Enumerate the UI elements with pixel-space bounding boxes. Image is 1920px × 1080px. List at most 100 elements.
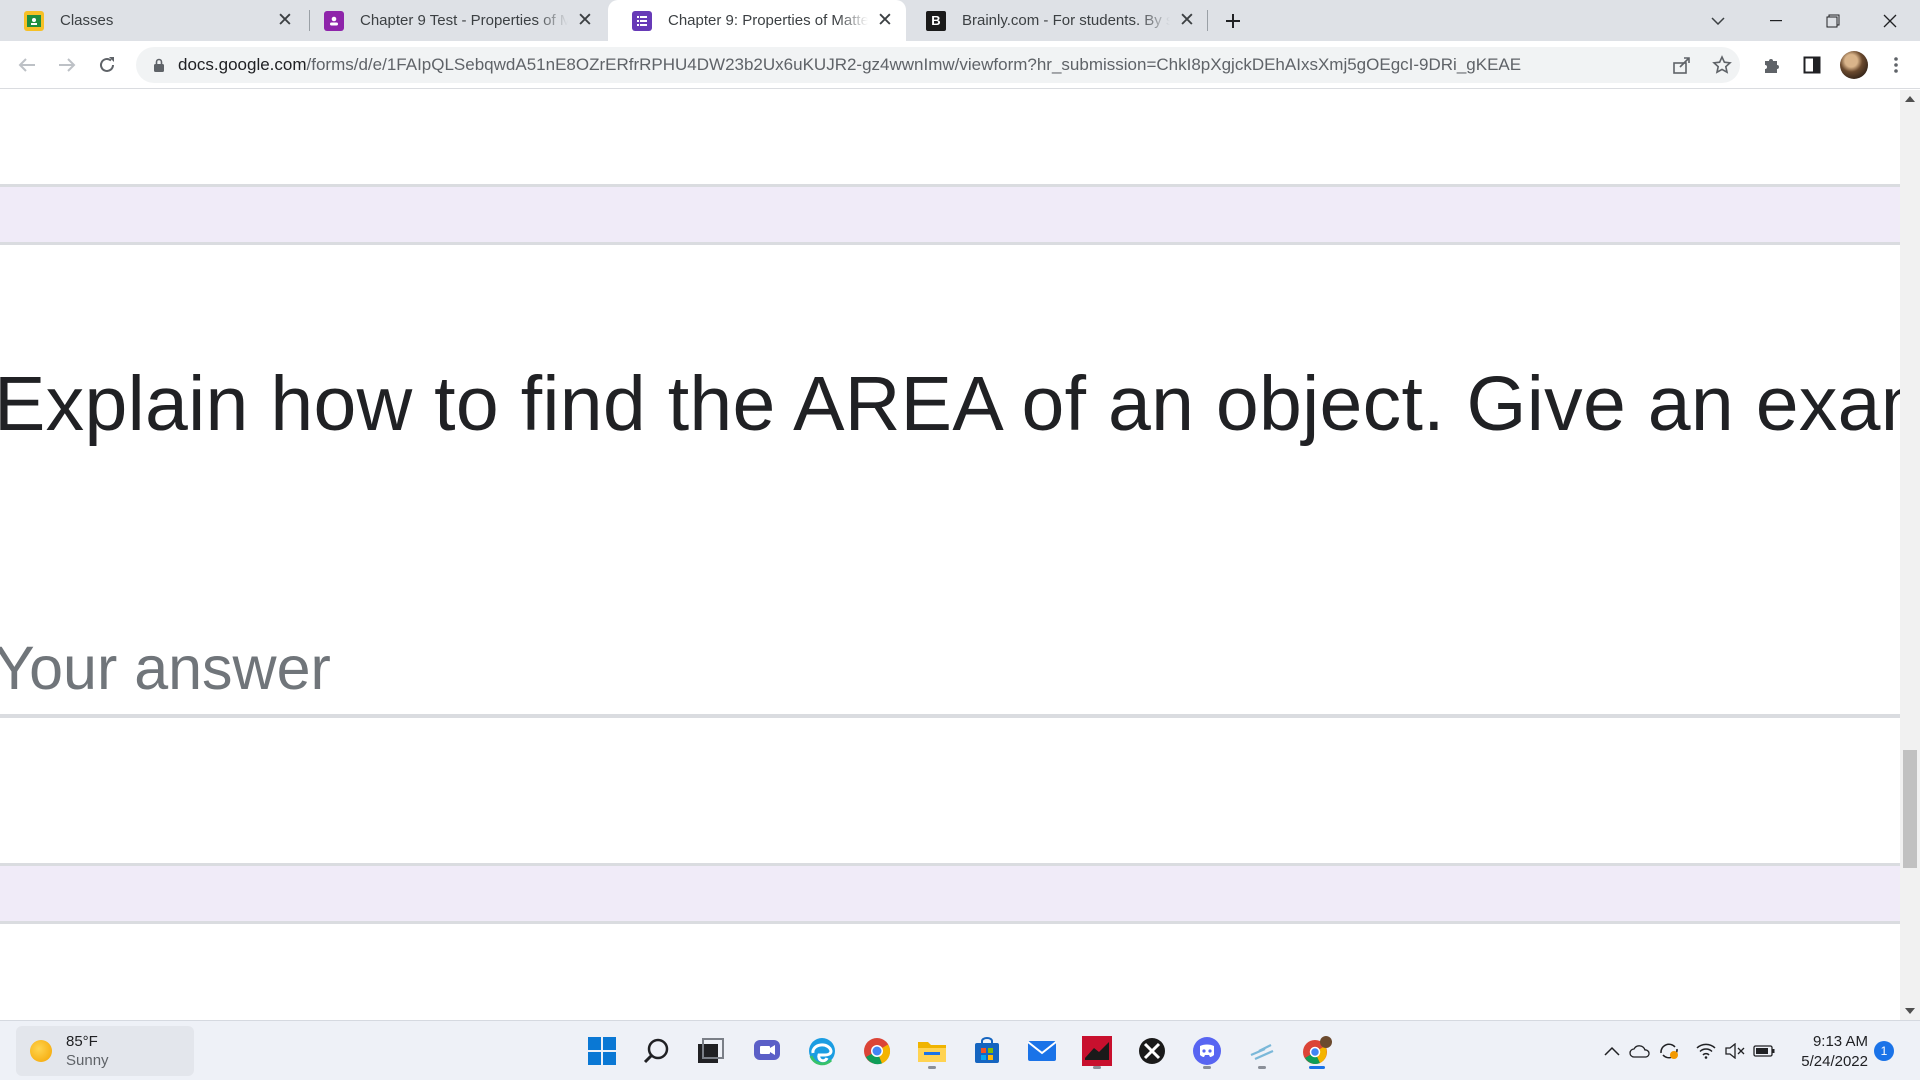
- answer-input[interactable]: [0, 623, 1900, 713]
- section-divider: [0, 921, 1900, 924]
- sync-icon: [1660, 1043, 1678, 1059]
- close-tab-icon[interactable]: ✕: [874, 10, 896, 32]
- edge-icon: [809, 1038, 835, 1066]
- browser-toolbar: docs.google.com/forms/d/e/1FAIpQLSebqwdA…: [0, 41, 1920, 89]
- tab-chapter-9-test[interactable]: Chapter 9 Test - Properties of Ma ✕: [300, 0, 606, 41]
- close-tab-icon[interactable]: ✕: [574, 10, 596, 32]
- forward-button[interactable]: [51, 49, 83, 81]
- game-app-button[interactable]: [1077, 1031, 1117, 1071]
- form-background-band: [0, 866, 1900, 921]
- xbox-icon: [1139, 1038, 1165, 1064]
- close-window-button[interactable]: [1862, 0, 1918, 41]
- scroll-up-icon[interactable]: [1905, 96, 1915, 102]
- edge-button[interactable]: [802, 1031, 842, 1071]
- url-host: docs.google.com: [178, 55, 307, 74]
- menu-button[interactable]: [1880, 49, 1912, 81]
- active-indicator: [1309, 1066, 1325, 1069]
- wifi-icon: [1696, 1043, 1716, 1059]
- new-tab-button[interactable]: [1218, 6, 1248, 36]
- teams-chat-button[interactable]: [747, 1031, 787, 1071]
- xbox-button[interactable]: [1132, 1031, 1172, 1071]
- store-icon: [975, 1037, 999, 1063]
- weather-widget[interactable]: 85°F Sunny: [16, 1026, 194, 1076]
- google-classroom-icon: [24, 10, 44, 31]
- tab-divider: [1207, 10, 1208, 31]
- reload-icon: [100, 57, 114, 72]
- side-panel-button[interactable]: [1796, 49, 1828, 81]
- close-tab-icon[interactable]: ✕: [274, 10, 296, 32]
- chevron-down-icon: [1711, 16, 1725, 25]
- arrow-right-icon: [59, 58, 76, 72]
- answer-underline: [0, 714, 1900, 718]
- bookmark-button[interactable]: [1706, 49, 1738, 81]
- battery-icon: [1753, 1045, 1775, 1057]
- chrome-profile-icon: [1303, 1036, 1332, 1064]
- brainly-icon: B: [926, 10, 946, 31]
- search-icon: [643, 1038, 669, 1064]
- tab-chapter-9-properties[interactable]: Chapter 9: Properties of Matter T ✕: [608, 0, 906, 41]
- scrollbar-thumb[interactable]: [1903, 750, 1917, 868]
- sync-button[interactable]: [1657, 1039, 1681, 1063]
- store-button[interactable]: [967, 1031, 1007, 1071]
- close-icon: [1883, 14, 1897, 27]
- chrome-button[interactable]: [857, 1031, 897, 1071]
- discord-button[interactable]: [1187, 1031, 1227, 1071]
- profile-avatar[interactable]: [1840, 51, 1868, 79]
- close-tab-icon[interactable]: ✕: [1176, 10, 1198, 32]
- notification-badge[interactable]: 1: [1874, 1041, 1894, 1061]
- puzzle-icon: [1765, 59, 1779, 73]
- scroll-down-icon[interactable]: [1905, 1008, 1915, 1014]
- google-forms-icon: [632, 10, 652, 31]
- cloud-app-button[interactable]: [1242, 1031, 1282, 1071]
- minimize-button[interactable]: [1748, 0, 1804, 41]
- mail-button[interactable]: [1022, 1031, 1062, 1071]
- teams-icon: [754, 1040, 780, 1060]
- lock-icon[interactable]: [150, 58, 168, 73]
- search-button[interactable]: [637, 1031, 677, 1071]
- onedrive-button[interactable]: [1628, 1039, 1652, 1063]
- battery-button[interactable]: [1752, 1039, 1776, 1063]
- star-icon: [1712, 55, 1732, 74]
- show-hidden-icons-button[interactable]: [1600, 1039, 1624, 1063]
- extensions-button[interactable]: [1756, 49, 1788, 81]
- running-indicator: [1258, 1066, 1266, 1069]
- section-divider: [0, 242, 1900, 245]
- url-text[interactable]: docs.google.com/forms/d/e/1FAIpQLSebqwdA…: [178, 55, 1740, 75]
- tab-classes[interactable]: Classes ✕: [0, 0, 306, 41]
- question-title: Explain how to find the AREA of an objec…: [0, 361, 1900, 447]
- reload-button[interactable]: [91, 49, 123, 81]
- clock-date: 5/24/2022: [1801, 1053, 1868, 1070]
- more-vert-icon: [1894, 57, 1898, 73]
- cloud-icon: [1629, 1045, 1650, 1058]
- volume-muted-icon: [1725, 1043, 1745, 1059]
- weather-temperature: 85°F: [66, 1033, 98, 1050]
- tab-search-button[interactable]: [1690, 0, 1746, 41]
- restore-button[interactable]: [1805, 0, 1861, 41]
- volume-button[interactable]: [1723, 1039, 1747, 1063]
- chrome-profile-button[interactable]: [1297, 1031, 1337, 1071]
- page-scrollbar[interactable]: [1900, 90, 1920, 1020]
- running-indicator: [1093, 1066, 1101, 1069]
- form-background-band: [0, 187, 1900, 242]
- task-view-button[interactable]: [691, 1031, 731, 1071]
- wifi-button[interactable]: [1694, 1039, 1718, 1063]
- tab-strip: Classes ✕ Chapter 9 Test - Properties of…: [0, 0, 1920, 41]
- file-explorer-icon: [918, 1042, 946, 1062]
- tab-brainly[interactable]: B Brainly.com - For students. By stu ✕: [902, 0, 1208, 41]
- file-explorer-button[interactable]: [912, 1031, 952, 1071]
- share-icon: [1673, 57, 1690, 74]
- plus-icon: [1226, 14, 1240, 28]
- back-button[interactable]: [11, 49, 43, 81]
- game-app-icon: [1082, 1036, 1112, 1066]
- address-bar[interactable]: docs.google.com/forms/d/e/1FAIpQLSebqwdA…: [136, 47, 1740, 83]
- tab-title: Chapter 9: Properties of Matter T: [668, 12, 868, 29]
- start-button[interactable]: [582, 1031, 622, 1071]
- restore-icon: [1826, 14, 1840, 27]
- side-panel-icon: [1803, 56, 1821, 74]
- windows-taskbar: 85°F Sunny 9:13 AM 5/24/2022 1: [0, 1020, 1920, 1080]
- page-viewport: Explain how to find the AREA of an objec…: [0, 90, 1900, 1020]
- share-button[interactable]: [1666, 49, 1698, 81]
- system-clock[interactable]: 9:13 AM 5/24/2022: [1790, 1032, 1868, 1072]
- cloud-app-icon: [1250, 1044, 1274, 1061]
- clock-time: 9:13 AM: [1812, 1033, 1868, 1050]
